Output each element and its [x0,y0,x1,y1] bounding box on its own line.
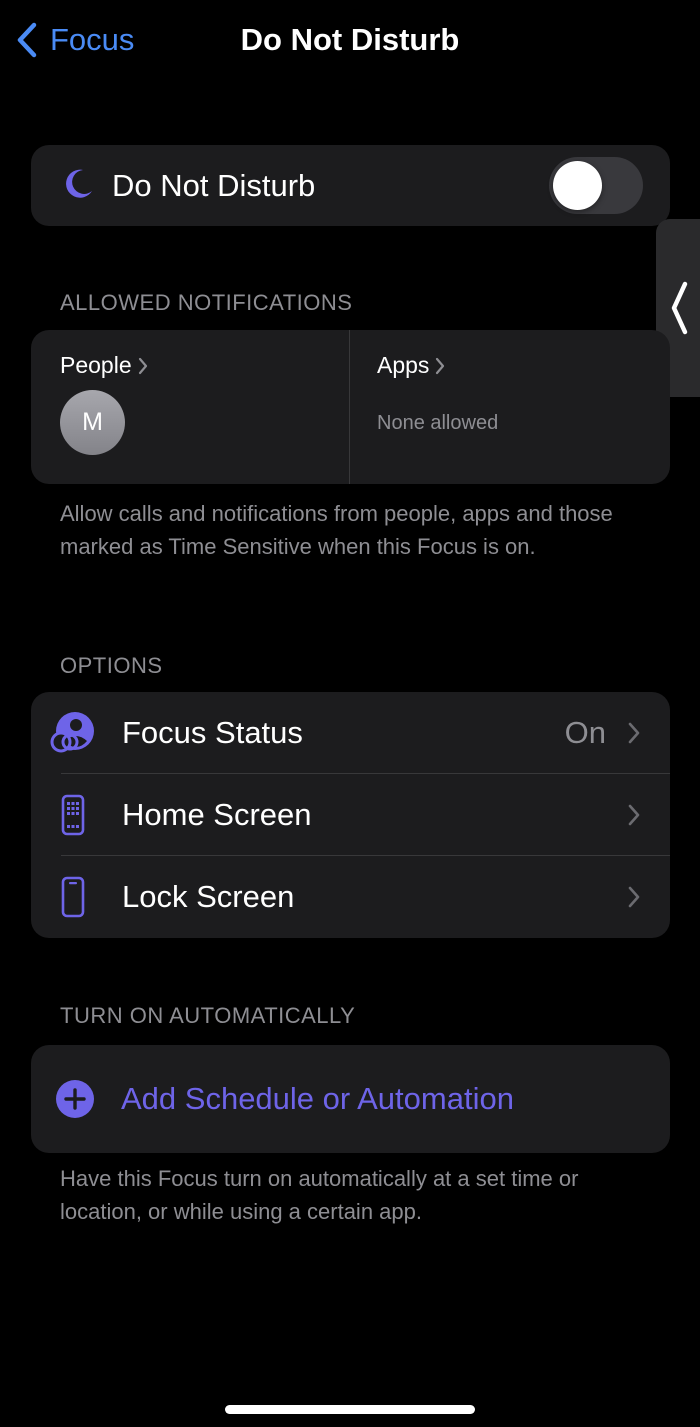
people-cell[interactable]: People M [31,330,349,484]
chevron-left-icon [671,281,688,335]
dnd-toggle-row: Do Not Disturb [31,145,670,226]
automation-footer: Have this Focus turn on automatically at… [60,1166,579,1224]
allowed-notifications-header: ALLOWED NOTIFICATIONS [60,290,353,315]
home-screen-row[interactable]: Home Screen [31,774,670,856]
home-indicator[interactable] [225,1405,475,1414]
options-header: OPTIONS [60,653,163,678]
chevron-right-icon [628,886,640,908]
add-automation-label: Add Schedule or Automation [121,1081,514,1116]
home-screen-icon [61,794,85,836]
focus-status-icon [50,712,94,753]
apps-title: Apps [377,352,430,378]
avatar: M [60,390,125,455]
options-card: Focus Status On Home Screen Lock Screen [31,692,670,938]
chevron-right-icon [436,357,445,374]
allowed-notifications-footer: Allow calls and notifications from peopl… [60,501,613,559]
chevron-right-icon [138,357,147,374]
focus-status-label: Focus Status [122,715,303,750]
focus-status-row[interactable]: Focus Status On [31,692,670,774]
toggle-knob [553,161,602,210]
plus-circle-icon [56,1080,94,1118]
apps-title-row: Apps [377,352,445,379]
moon-icon [66,169,92,198]
allowed-notifications-card: People M Apps None allowed [31,330,670,484]
dnd-label: Do Not Disturb [112,167,316,203]
dnd-toggle[interactable] [549,157,643,214]
chevron-right-icon [628,804,640,826]
lock-screen-row[interactable]: Lock Screen [31,856,670,938]
apps-status: None allowed [377,412,499,434]
apps-cell[interactable]: Apps None allowed [350,330,670,484]
automation-header: TURN ON AUTOMATICALLY [60,1003,356,1028]
lock-screen-label: Lock Screen [122,879,295,914]
chevron-right-icon [628,722,640,744]
lock-screen-icon [61,876,85,918]
page-title: Do Not Disturb [240,22,460,57]
home-screen-label: Home Screen [122,797,312,832]
people-title: People [60,352,132,378]
focus-status-value: On [564,715,606,750]
add-automation-button[interactable]: Add Schedule or Automation [31,1045,670,1153]
people-title-row: People [60,352,148,379]
